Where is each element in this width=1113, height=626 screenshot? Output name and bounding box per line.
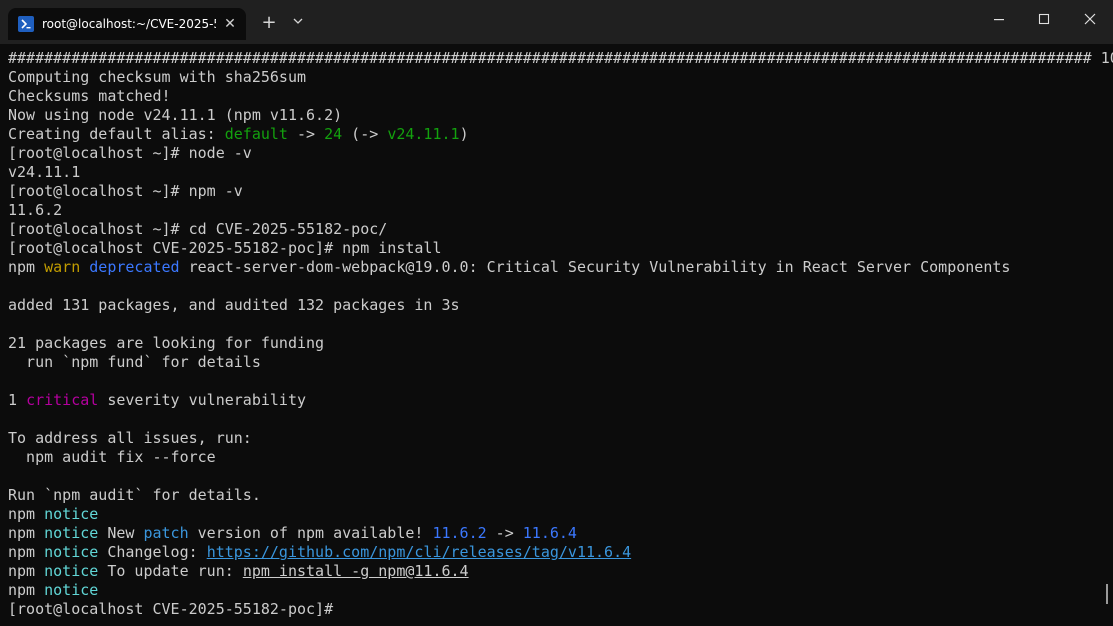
terminal-line: 11.6.2 (8, 201, 1113, 220)
terminal-line: npm notice New patch version of npm avai… (8, 524, 1113, 543)
terminal-text: added 131 packages, and audited 132 pack… (8, 296, 460, 314)
terminal-text: Now using node v24.11.1 (npm v11.6.2) (8, 106, 343, 124)
terminal-text: 11.6.2 (8, 201, 63, 219)
terminal-line: npm warn deprecated react-server-dom-web… (8, 258, 1113, 277)
terminal-text: deprecated (89, 258, 180, 276)
terminal-line: [root@localhost ~]# node -v (8, 144, 1113, 163)
terminal-line: 21 packages are looking for funding (8, 334, 1113, 353)
terminal-text: (-> (342, 125, 388, 143)
terminal-text: [root@localhost ~]# npm -v (8, 182, 243, 200)
terminal-line: v24.11.1 (8, 163, 1113, 182)
terminal-line: Now using node v24.11.1 (npm v11.6.2) (8, 106, 1113, 125)
terminal-line: [root@localhost ~]# npm -v (8, 182, 1113, 201)
terminal-text: 21 packages are looking for funding (8, 334, 325, 352)
terminal-line: ########################################… (8, 49, 1113, 68)
terminal-text: To update run: (98, 562, 243, 580)
terminal-window: root@localhost:~/CVE-2025-5 ✕ + ########… (0, 0, 1113, 626)
terminal-text: Changelog: (98, 543, 207, 561)
terminal-text: notice (44, 562, 99, 580)
terminal-lines: ########################################… (8, 49, 1113, 619)
terminal-text: [root@localhost ~]# cd CVE-2025-55182-po… (8, 220, 388, 238)
powershell-icon (18, 16, 34, 32)
terminal-line: Creating default alias: default -> 24 (-… (8, 125, 1113, 144)
terminal-text: 1 (8, 391, 27, 409)
terminal-text: notice (44, 524, 99, 542)
terminal-text: 24 (324, 125, 343, 143)
terminal-text: critical (26, 391, 99, 409)
terminal-text: New (98, 524, 144, 542)
terminal-text: npm (8, 562, 45, 580)
terminal-text: Run `npm audit` for details. (8, 486, 261, 504)
terminal-line: npm notice To update run: npm install -g… (8, 562, 1113, 581)
terminal-text: To address all issues, run: (8, 429, 252, 447)
terminal-text: Computing checksum with sha256sum (8, 68, 307, 86)
terminal-text: [root@localhost CVE-2025-55182-poc]# npm… (8, 239, 442, 257)
terminal-text: notice (44, 543, 99, 561)
tab-close-icon[interactable]: ✕ (220, 14, 240, 34)
new-tab-button[interactable]: + (257, 12, 281, 34)
terminal-text: default (224, 125, 288, 143)
terminal-text: -> (287, 125, 325, 143)
terminal-text: Creating default alias: (8, 125, 225, 143)
terminal-line: Checksums matched! (8, 87, 1113, 106)
terminal-text: ########################################… (8, 49, 1113, 67)
terminal-text: v24.11.1 (387, 125, 460, 143)
terminal-text: severity vulnerability (98, 391, 307, 409)
tab-dropdown-icon[interactable] (286, 12, 310, 34)
terminal-text: npm install -g npm@11.6.4 (242, 562, 469, 580)
terminal-line: added 131 packages, and audited 132 pack… (8, 296, 1113, 315)
terminal-line: 1 critical severity vulnerability (8, 391, 1113, 410)
terminal-text: run `npm fund` for details (8, 353, 261, 371)
terminal-text: v24.11.1 (8, 163, 81, 181)
terminal-line: npm notice (8, 505, 1113, 524)
terminal-line: run `npm fund` for details (8, 353, 1113, 372)
terminal-text: npm (8, 524, 45, 542)
terminal-text: npm (8, 543, 45, 561)
maximize-icon[interactable] (1021, 0, 1067, 40)
terminal-text: npm (8, 581, 45, 599)
title-bar: root@localhost:~/CVE-2025-5 ✕ + (0, 0, 1113, 44)
minimize-icon[interactable] (976, 0, 1022, 40)
terminal-text: npm audit fix --force (8, 448, 216, 466)
changelog-link[interactable]: https://github.com/npm/cli/releases/tag/… (207, 543, 631, 561)
terminal-text: Checksums matched! (8, 87, 171, 105)
terminal-text: 11.6.2 (432, 524, 487, 542)
tab-terminal[interactable]: root@localhost:~/CVE-2025-5 ✕ (8, 8, 246, 40)
terminal-line: [root@localhost CVE-2025-55182-poc]# (8, 600, 1113, 619)
terminal-text: 11.6.4 (522, 524, 577, 542)
terminal-text: warn (44, 258, 81, 276)
terminal-line: [root@localhost CVE-2025-55182-poc]# npm… (8, 239, 1113, 258)
terminal-line: Run `npm audit` for details. (8, 486, 1113, 505)
terminal-line: To address all issues, run: (8, 429, 1113, 448)
terminal-text: [root@localhost CVE-2025-55182-poc]# (8, 600, 334, 618)
terminal-text: -> (486, 524, 523, 542)
terminal-text: npm (8, 505, 45, 523)
scrollbar[interactable] (1106, 584, 1108, 604)
close-icon[interactable] (1067, 0, 1113, 40)
terminal-text: version of npm available! (188, 524, 433, 542)
terminal-text: ) (459, 125, 469, 143)
terminal-text: notice (44, 581, 99, 599)
terminal-line: Computing checksum with sha256sum (8, 68, 1113, 87)
terminal-line: npm notice Changelog: https://github.com… (8, 543, 1113, 562)
tab-title: root@localhost:~/CVE-2025-5 (42, 17, 216, 31)
terminal-text: patch (143, 524, 189, 542)
terminal-text: npm (8, 258, 45, 276)
terminal-line: npm audit fix --force (8, 448, 1113, 467)
terminal-text: notice (44, 505, 99, 523)
terminal-output[interactable]: ########################################… (0, 44, 1113, 626)
terminal-line: [root@localhost ~]# cd CVE-2025-55182-po… (8, 220, 1113, 239)
terminal-text: [root@localhost ~]# node -v (8, 144, 252, 162)
terminal-line: npm notice (8, 581, 1113, 600)
terminal-text: react-server-dom-webpack@19.0.0: Critica… (179, 258, 1011, 276)
